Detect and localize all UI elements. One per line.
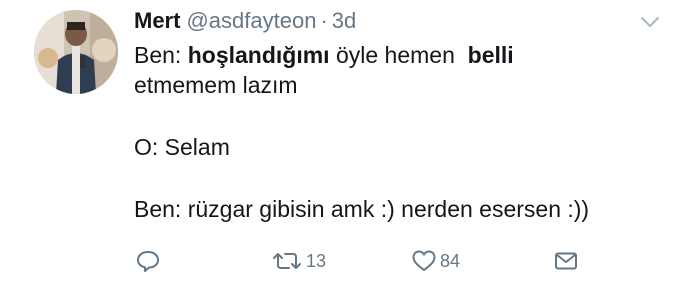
tweet-actions: 13 84: [134, 246, 594, 276]
retweet-count: 13: [306, 250, 327, 271]
author-handle[interactable]: @asdfayteon: [186, 8, 316, 34]
envelope-icon: [552, 247, 580, 275]
like-button[interactable]: 84: [410, 246, 460, 276]
tweet-line-1: Ben: hoşlandığımı öyle hemen belli: [134, 40, 674, 70]
tweet[interactable]: Mert @asdfayteon · 3d Ben: hoşlandığımı …: [0, 0, 690, 286]
retweet-button[interactable]: 13: [270, 246, 326, 276]
tweet-text: Ben: hoşlandığımı öyle hemen belli etmem…: [134, 40, 674, 224]
heart-icon: [410, 247, 438, 275]
tweet-line-4: Ben: rüzgar gibisin amk :) nerden eserse…: [134, 196, 590, 222]
tweet-line-2: etmemem lazım: [134, 72, 298, 98]
reply-icon: [134, 247, 162, 275]
text-segment: Ben:: [134, 42, 188, 68]
retweet-icon: [270, 247, 304, 275]
bold-text-segment: hoşlandığımı: [187, 42, 330, 68]
timestamp[interactable]: 3d: [332, 8, 356, 34]
tweet-line-3: O: Selam: [134, 134, 230, 160]
reply-button[interactable]: [134, 246, 162, 276]
separator-dot: ·: [320, 8, 328, 33]
author-name[interactable]: Mert: [134, 8, 180, 34]
like-count: 84: [440, 250, 461, 271]
direct-message-button[interactable]: [552, 246, 580, 276]
avatar[interactable]: [34, 10, 118, 94]
bold-text-segment: belli: [467, 42, 514, 68]
tweet-header: Mert @asdfayteon · 3d: [134, 8, 356, 36]
text-segment: öyle hemen: [329, 42, 468, 68]
chevron-down-icon[interactable]: [638, 12, 662, 32]
